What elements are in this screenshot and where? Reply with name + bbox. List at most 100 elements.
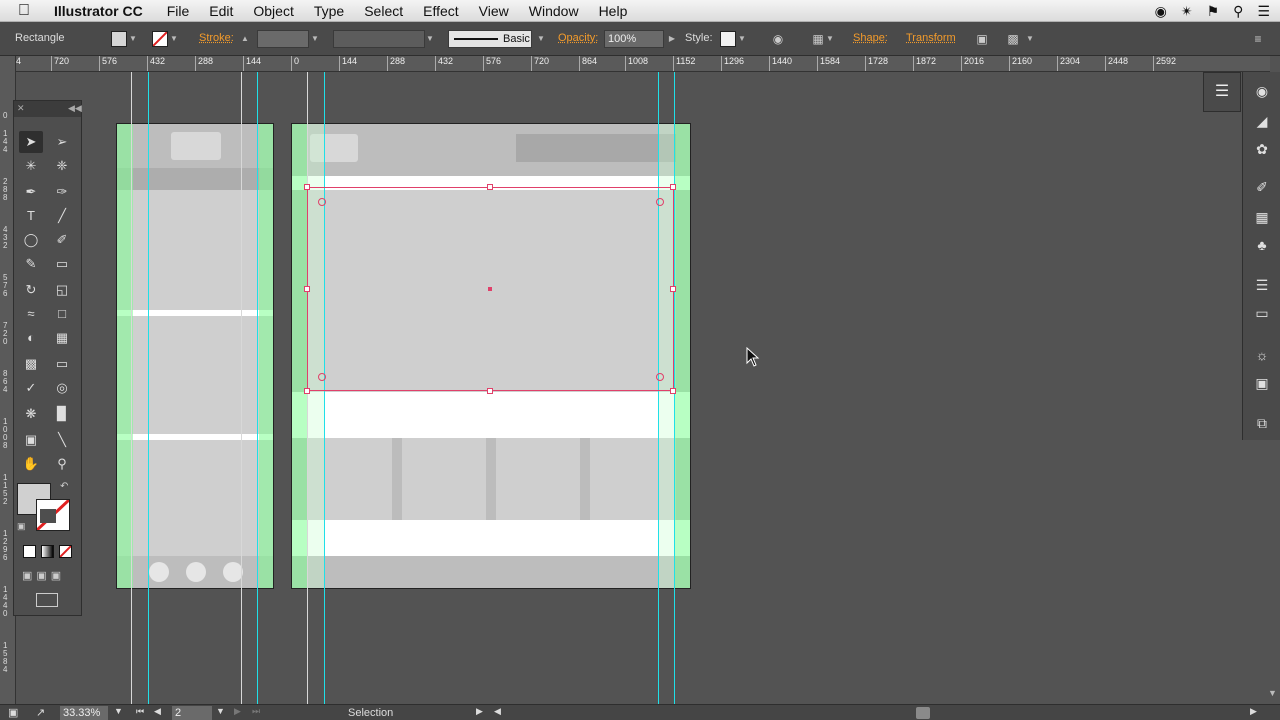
graphic-style-dropdown[interactable]: ▼ (737, 30, 747, 48)
pencil-tool-icon[interactable]: ✎ (19, 253, 43, 275)
shape-label[interactable]: Shape: (853, 32, 888, 44)
scroll-left-arrow-icon[interactable]: ◀ (494, 706, 501, 717)
zoom-level-field[interactable]: 33.33% (60, 706, 108, 720)
direct-selection-tool-icon[interactable]: ➢ (50, 131, 74, 153)
next-artboard-icon[interactable]: ▶ (234, 706, 241, 717)
stroke-weight-field[interactable] (257, 30, 309, 48)
resize-handle-left[interactable] (304, 286, 310, 292)
transform-label[interactable]: Transform (906, 32, 956, 44)
artboards-panel-icon[interactable]: ⧉ (1253, 414, 1271, 432)
rotate-tool-icon[interactable]: ↻ (19, 279, 43, 301)
guide-line[interactable] (257, 72, 258, 704)
stroke-label[interactable]: Stroke: (199, 32, 234, 44)
recolor-artwork-icon[interactable]: ◉ (770, 31, 786, 47)
perspective-grid-tool-icon[interactable]: ▦ (50, 327, 74, 349)
current-tool-status[interactable]: Selection (348, 706, 393, 720)
scroll-down-arrow-icon[interactable]: ▼ (1268, 688, 1277, 698)
brushes-panel-icon[interactable]: ✐ (1253, 178, 1271, 196)
resize-handle-top-left[interactable] (304, 184, 310, 190)
menu-effect[interactable]: Effect (413, 3, 469, 19)
guide-line[interactable] (241, 72, 242, 704)
resize-handle-top[interactable] (487, 184, 493, 190)
arrange-dropdown-arrow[interactable]: ▼ (1025, 30, 1035, 48)
resize-handle-right[interactable] (670, 286, 676, 292)
color-panel-icon[interactable]: ◉ (1253, 82, 1271, 100)
hand-tool-icon[interactable]: ✋ (19, 453, 43, 475)
blend-tool-icon[interactable]: ◎ (50, 377, 74, 399)
default-colors-icon[interactable]: ▣ (17, 521, 27, 531)
first-artboard-icon[interactable]: ⏮ (136, 706, 144, 717)
appearance-panel-icon[interactable]: ☼ (1253, 346, 1271, 364)
menu-type[interactable]: Type (304, 3, 354, 19)
gradient-panel-icon[interactable]: ▭ (1253, 304, 1271, 322)
none-mode-icon[interactable] (59, 545, 72, 558)
sync-icon[interactable]: ✴ (1181, 3, 1193, 20)
menu-object[interactable]: Object (243, 3, 303, 19)
stroke-weight-dropdown[interactable]: ▼ (310, 30, 320, 48)
fill-dropdown-arrow[interactable]: ▼ (128, 30, 138, 48)
artboard-number-field[interactable]: 2 (172, 706, 212, 720)
opacity-slider-arrow[interactable]: ▶ (667, 30, 677, 48)
resize-handle-bottom-left[interactable] (304, 388, 310, 394)
tools-panel-header[interactable]: ✕ ◀◀ (14, 101, 82, 117)
horizontal-scroll-thumb[interactable] (916, 707, 930, 719)
graphic-style-swatch[interactable] (720, 31, 736, 47)
flag-icon[interactable]: ⚑ (1207, 3, 1220, 20)
graphic-styles-panel-icon[interactable]: ▣ (1253, 374, 1271, 392)
swap-colors-icon[interactable]: ↶ (60, 481, 74, 493)
lasso-tool-icon[interactable]: ❈ (50, 155, 74, 177)
scale-tool-icon[interactable]: ◱ (50, 279, 74, 301)
free-transform-tool-icon[interactable]: □ (50, 303, 74, 325)
paintbrush-tool-icon[interactable]: ✐ (50, 229, 74, 251)
column-graph-tool-icon[interactable]: ▉ (50, 403, 74, 425)
spotlight-search-icon[interactable]: ⚲ (1233, 3, 1243, 20)
app-name[interactable]: Illustrator CC (54, 3, 143, 19)
opacity-field[interactable]: 100% (604, 30, 664, 48)
scroll-right-arrow-icon[interactable]: ▶ (1250, 706, 1257, 717)
ellipse-tool-icon[interactable]: ◯ (19, 229, 43, 251)
variable-width-dropdown[interactable]: ▼ (425, 30, 435, 48)
fill-swatch[interactable] (111, 31, 127, 47)
artboard-dropdown-arrow[interactable]: ▼ (216, 706, 225, 716)
symbols-panel-icon[interactable]: ♣ (1253, 236, 1271, 254)
layers-panel-icon[interactable]: ☰ (1203, 72, 1241, 112)
menu-view[interactable]: View (469, 3, 519, 19)
screen-mode-status-icon[interactable]: ▣ (8, 706, 18, 719)
type-tool-icon[interactable]: T (19, 205, 43, 227)
menu-select[interactable]: Select (354, 3, 413, 19)
swatches-panel-icon[interactable]: ▦ (1253, 208, 1271, 226)
artboard-mobile[interactable] (116, 123, 274, 589)
vertical-scrollbar[interactable]: ▼ (1266, 440, 1280, 704)
symbol-sprayer-tool-icon[interactable]: ❋ (19, 403, 43, 425)
artboard-tool-icon[interactable]: ▣ (19, 429, 43, 451)
selection-tool-icon[interactable]: ➤ (19, 131, 43, 153)
stroke-swatch[interactable] (152, 31, 168, 47)
status-menu-arrow[interactable]: ▶ (476, 706, 483, 717)
live-corner-widget[interactable] (656, 198, 664, 206)
stroke-weight-stepper[interactable]: ▲ (240, 30, 250, 48)
resize-handle-bottom-right[interactable] (670, 388, 676, 394)
screen-mode-icon[interactable] (36, 593, 58, 607)
last-artboard-icon[interactable]: ⏭ (252, 706, 260, 717)
curvature-tool-icon[interactable]: ✑ (50, 181, 74, 203)
slice-tool-icon[interactable]: ╲ (50, 429, 74, 451)
live-corner-widget[interactable] (656, 373, 664, 381)
pen-tool-icon[interactable]: ✒ (19, 181, 43, 203)
live-corner-widget[interactable] (318, 198, 326, 206)
line-segment-tool-icon[interactable]: ╱ (50, 205, 74, 227)
stroke-panel-icon[interactable]: ☰ (1253, 276, 1271, 294)
menu-help[interactable]: Help (589, 3, 638, 19)
color-guide-panel-icon[interactable]: ◢ (1253, 112, 1271, 130)
align-options-icon[interactable]: ▦ (810, 31, 826, 47)
opacity-label[interactable]: Opacity: (558, 32, 598, 44)
arrange-icon[interactable]: ▩ (1005, 31, 1021, 47)
brush-definition-field[interactable]: Basic (448, 30, 532, 48)
eyedropper-tool-icon[interactable]: ✓ (19, 377, 43, 399)
gradient-tool-icon[interactable]: ▭ (50, 353, 74, 375)
horizontal-ruler[interactable]: 4 720 576 432 288 144 0 144 288 432 576 … (16, 56, 1270, 72)
zoom-tool-icon[interactable]: ⚲ (50, 453, 74, 475)
control-panel-menu-icon[interactable]: ≡ (1250, 31, 1266, 47)
share-icon[interactable]: ↗ (36, 706, 45, 719)
shape-builder-tool-icon[interactable]: ◐ (19, 327, 43, 349)
isolate-selected-icon[interactable]: ▣ (974, 31, 990, 47)
